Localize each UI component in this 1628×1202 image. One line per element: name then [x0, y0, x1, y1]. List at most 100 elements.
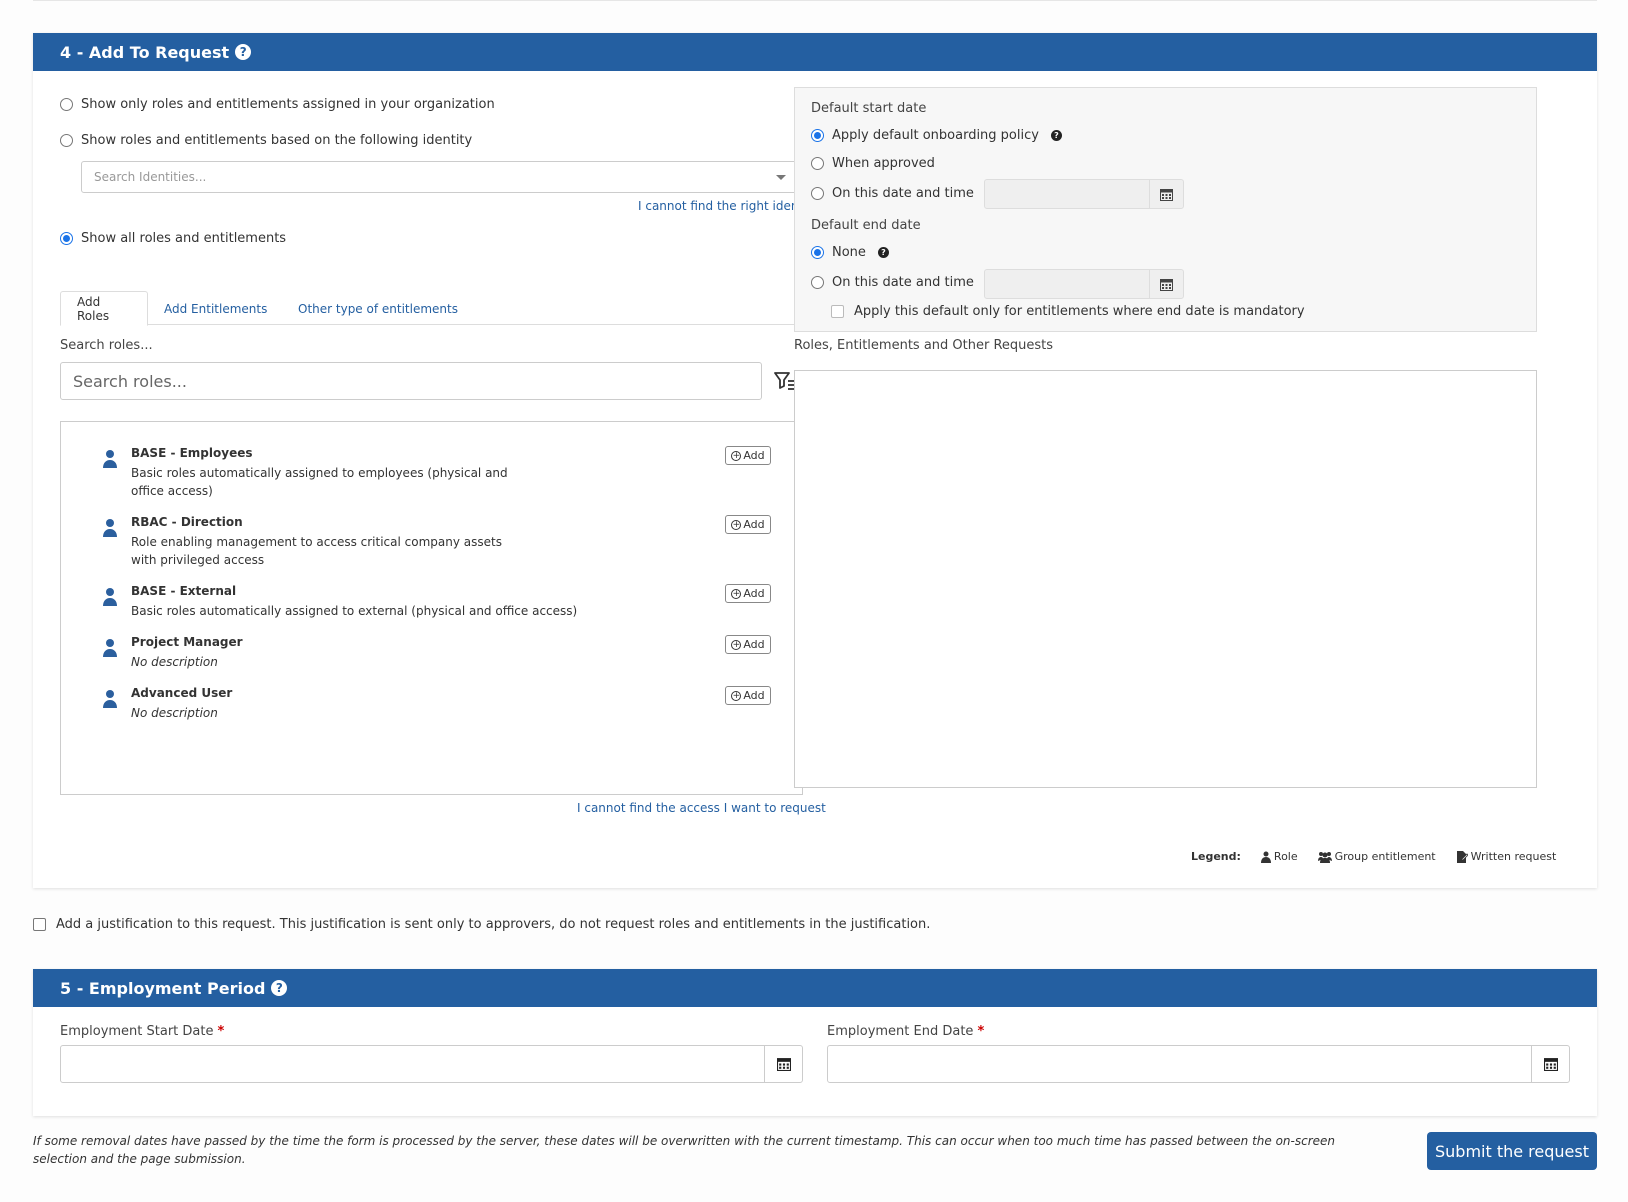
- role-name: BASE - External: [131, 584, 237, 598]
- filter-show-all-label: Show all roles and entitlements: [81, 231, 287, 246]
- plus-circle-icon: +: [731, 639, 742, 650]
- employment-end-label: Employment End Date *: [827, 1024, 984, 1039]
- required-icon: *: [217, 1024, 225, 1039]
- mandatory-only-checkbox[interactable]: [831, 305, 844, 318]
- end-none-label: None: [832, 245, 866, 260]
- role-icon: [1260, 851, 1271, 863]
- start-apply-default[interactable]: Apply default onboarding policy ?: [811, 128, 1062, 143]
- identity-search-select[interactable]: Search Identities...: [81, 161, 803, 193]
- default-end-label: Default end date: [811, 218, 921, 233]
- legend-written: Written request: [1470, 850, 1557, 863]
- tab-add-entitlements[interactable]: Add Entitlements: [148, 291, 283, 326]
- end-date-input[interactable]: [984, 269, 1184, 299]
- role-description: Basic roles automatically assigned to em…: [131, 466, 508, 498]
- filter-by-identity-label: Show roles and entitlements based on the…: [81, 133, 473, 148]
- filter-by-identity[interactable]: Show roles and entitlements based on the…: [60, 133, 472, 148]
- role-description: No description: [131, 706, 218, 720]
- justification-label: Add a justification to this request. Thi…: [56, 917, 931, 932]
- role-description: Basic roles automatically assigned to ex…: [131, 604, 578, 618]
- requests-list[interactable]: [794, 370, 1537, 788]
- help-icon[interactable]: ?: [1050, 130, 1062, 141]
- legend-group: Group entitlement: [1334, 850, 1436, 863]
- chevron-down-icon: [776, 175, 786, 180]
- section-4-title: 4 - Add To Request: [60, 42, 230, 62]
- radio-end-on-date[interactable]: [811, 276, 824, 289]
- submit-request-button[interactable]: Submit the request: [1427, 1132, 1597, 1170]
- default-start-label: Default start date: [811, 101, 927, 116]
- filter-show-all[interactable]: Show all roles and entitlements: [60, 231, 286, 246]
- add-role-button[interactable]: + Add: [725, 515, 771, 534]
- calendar-icon[interactable]: [1149, 180, 1183, 208]
- role-name: Project Manager: [131, 635, 243, 649]
- start-on-date[interactable]: On this date and time: [811, 186, 974, 201]
- end-on-date-label: On this date and time: [832, 275, 974, 290]
- removal-dates-notice: If some removal dates have passed by the…: [33, 1134, 1336, 1166]
- end-on-date[interactable]: On this date and time: [811, 275, 974, 290]
- start-date-input[interactable]: [984, 179, 1184, 209]
- when-approved-label: When approved: [832, 156, 935, 171]
- written-request-icon: [1456, 850, 1468, 863]
- add-role-button[interactable]: + Add: [725, 686, 771, 705]
- add-label: Add: [743, 449, 765, 462]
- employment-end-label-text: Employment End Date: [827, 1024, 974, 1039]
- employment-start-date-input[interactable]: [60, 1045, 803, 1083]
- radio-only-org[interactable]: [60, 98, 73, 111]
- role-icon: [103, 639, 117, 657]
- end-none[interactable]: None ?: [811, 245, 889, 260]
- filter-only-org-label: Show only roles and entitlements assigne…: [81, 97, 495, 112]
- apply-default-label: Apply default onboarding policy: [832, 128, 1039, 143]
- justification-checkbox[interactable]: [33, 918, 46, 931]
- radio-when-approved[interactable]: [811, 157, 824, 170]
- section-5-title: 5 - Employment Period: [60, 978, 266, 998]
- cannot-find-identity-link[interactable]: I cannot find the right identity: [638, 199, 818, 213]
- start-on-date-label: On this date and time: [832, 186, 974, 201]
- tab-add-roles[interactable]: Add Roles: [60, 291, 148, 326]
- radio-end-none[interactable]: [811, 246, 824, 259]
- plus-circle-icon: +: [731, 588, 742, 599]
- radio-start-on-date[interactable]: [811, 187, 824, 200]
- search-roles-placeholder: Search roles...: [73, 371, 187, 391]
- radio-apply-default[interactable]: [811, 129, 824, 142]
- search-roles-input[interactable]: Search roles...: [60, 362, 762, 400]
- roles-list[interactable]: BASE - Employees Basic roles automatical…: [60, 421, 803, 795]
- radio-show-all[interactable]: [60, 232, 73, 245]
- plus-circle-icon: +: [731, 690, 742, 701]
- start-when-approved[interactable]: When approved: [811, 156, 935, 171]
- plus-circle-icon: +: [731, 450, 742, 461]
- calendar-icon[interactable]: [1149, 270, 1183, 298]
- role-name: Advanced User: [131, 686, 233, 700]
- add-role-button[interactable]: + Add: [725, 584, 771, 603]
- employment-start-label-text: Employment Start Date: [60, 1024, 214, 1039]
- add-label: Add: [743, 638, 765, 651]
- help-icon[interactable]: ?: [877, 247, 889, 258]
- add-label: Add: [743, 518, 765, 531]
- filter-only-org[interactable]: Show only roles and entitlements assigne…: [60, 97, 495, 112]
- help-icon[interactable]: ?: [271, 980, 288, 996]
- calendar-icon[interactable]: [764, 1046, 802, 1082]
- legend-role: Role: [1273, 850, 1298, 863]
- top-divider: [33, 0, 1597, 1]
- employment-period-panel: 5 - Employment Period ?: [33, 969, 1597, 1116]
- calendar-icon[interactable]: [1531, 1046, 1569, 1082]
- employment-end-date-input[interactable]: [827, 1045, 1570, 1083]
- radio-by-identity[interactable]: [60, 134, 73, 147]
- required-icon: *: [977, 1024, 985, 1039]
- identity-search-placeholder: Search Identities...: [94, 170, 207, 184]
- add-role-button[interactable]: + Add: [725, 635, 771, 654]
- cannot-find-access-link[interactable]: I cannot find the access I want to reque…: [577, 801, 826, 815]
- role-icon: [103, 519, 117, 537]
- justification-option[interactable]: Add a justification to this request. Thi…: [33, 917, 930, 932]
- help-icon[interactable]: ?: [235, 44, 252, 60]
- add-role-button[interactable]: + Add: [725, 446, 771, 465]
- search-roles-label: Search roles...: [60, 338, 153, 353]
- tab-other-entitlements[interactable]: Other type of entitlements: [282, 291, 474, 326]
- legend-label: Legend:: [1191, 850, 1241, 863]
- request-tabs: Add Roles Add Entitlements Other type of…: [60, 291, 803, 326]
- section-5-header: 5 - Employment Period ?: [33, 969, 1597, 1007]
- employment-start-label: Employment Start Date *: [60, 1024, 224, 1039]
- default-dates-box: Default start date Apply default onboard…: [794, 87, 1537, 332]
- plus-circle-icon: +: [731, 519, 742, 530]
- group-icon: [1317, 851, 1332, 863]
- add-label: Add: [743, 587, 765, 600]
- mandatory-only-option[interactable]: Apply this default only for entitlements…: [831, 304, 1305, 319]
